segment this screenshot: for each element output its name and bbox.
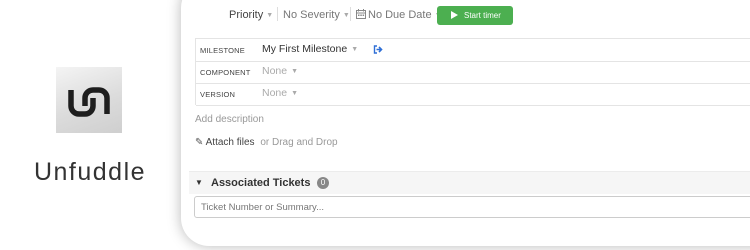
chevron-down-icon: ▼ bbox=[342, 12, 350, 19]
collapse-caret-icon: ▼ bbox=[195, 178, 203, 187]
version-value: None bbox=[262, 87, 288, 99]
ticket-search-input[interactable] bbox=[194, 196, 750, 218]
start-timer-label: Start timer bbox=[464, 11, 501, 20]
go-to-milestone-icon[interactable] bbox=[373, 45, 383, 54]
version-dropdown[interactable]: None ▼ bbox=[262, 87, 298, 99]
associated-tickets-title: Associated Tickets bbox=[211, 177, 311, 189]
milestone-row: MILESTONE My First Milestone ▼ bbox=[196, 39, 750, 62]
milestone-label: MILESTONE bbox=[200, 46, 246, 55]
brand-name: Unfuddle bbox=[33, 158, 147, 186]
chevron-down-icon: ▼ bbox=[291, 68, 299, 75]
divider bbox=[350, 7, 351, 21]
ticket-panel: Priority▼ No Severity▼ No Due Date▼ Star… bbox=[181, 0, 750, 246]
component-row: COMPONENT None ▼ bbox=[196, 61, 750, 84]
due-date-dropdown[interactable]: No Due Date▼ bbox=[356, 9, 442, 21]
calendar-icon bbox=[356, 9, 366, 19]
chevron-down-icon: ▼ bbox=[266, 12, 274, 19]
priority-dropdown[interactable]: Priority ▼ bbox=[229, 9, 273, 21]
chevron-down-icon: ▼ bbox=[351, 46, 359, 53]
milestone-dropdown[interactable]: My First Milestone ▼ bbox=[262, 43, 358, 55]
drag-and-drop-hint: or Drag and Drop bbox=[260, 137, 338, 148]
due-date-label: No Due Date bbox=[368, 9, 432, 21]
play-icon bbox=[451, 11, 458, 19]
version-row: VERSION None ▼ bbox=[196, 83, 750, 106]
severity-label: No Severity bbox=[283, 9, 340, 21]
priority-label: Priority bbox=[229, 9, 264, 21]
add-description-link[interactable]: Add description bbox=[195, 114, 264, 125]
component-label: COMPONENT bbox=[200, 68, 251, 77]
ticket-toolbar: Priority▼ No Severity▼ No Due Date▼ Star… bbox=[181, 0, 750, 30]
ticket-fields-table: MILESTONE My First Milestone ▼ COMPONENT … bbox=[195, 38, 750, 106]
start-timer-button[interactable]: Start timer bbox=[437, 6, 513, 25]
component-dropdown[interactable]: None ▼ bbox=[262, 65, 298, 77]
paperclip-icon: ✎ bbox=[195, 137, 204, 148]
associated-tickets-header[interactable]: ▼ Associated Tickets 0 bbox=[189, 171, 750, 194]
attach-files-link[interactable]: Attach files bbox=[206, 137, 255, 148]
attachments-row: ✎ Attach files or Drag and Drop bbox=[195, 137, 338, 148]
milestone-value: My First Milestone bbox=[262, 43, 348, 55]
severity-dropdown[interactable]: No Severity ▼ bbox=[283, 9, 350, 21]
component-value: None bbox=[262, 65, 288, 77]
divider bbox=[277, 7, 278, 21]
chevron-down-icon: ▼ bbox=[291, 90, 299, 97]
associated-tickets-count-badge: 0 bbox=[317, 177, 329, 189]
unfuddle-logo-icon bbox=[56, 67, 122, 133]
unfuddle-logo-mark bbox=[68, 87, 110, 117]
version-label: VERSION bbox=[200, 90, 236, 99]
